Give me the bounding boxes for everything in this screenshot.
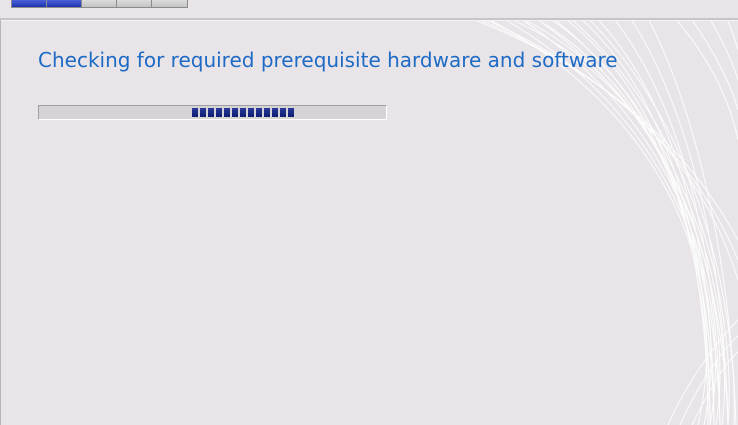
- wizard-step-3: [82, 0, 117, 7]
- progress-segment: [192, 108, 198, 117]
- progress-segment: [288, 108, 294, 117]
- header-divider: [0, 18, 738, 21]
- progress-segment: [232, 108, 238, 117]
- setup-window: Checking for required prerequisite hardw…: [0, 0, 738, 425]
- progress-segment: [264, 108, 270, 117]
- wizard-step-4: [117, 0, 152, 7]
- progress-segment: [280, 108, 286, 117]
- wizard-step-5: [152, 0, 187, 7]
- wizard-step-1: [12, 0, 47, 7]
- progress-segment: [240, 108, 246, 117]
- wizard-step-2: [47, 0, 82, 7]
- progress-segment: [224, 108, 230, 117]
- wizard-step-indicator: [11, 0, 188, 8]
- page-title: Checking for required prerequisite hardw…: [38, 48, 618, 72]
- progress-marquee: [192, 108, 294, 117]
- progress-segment: [216, 108, 222, 117]
- progress-segment: [208, 108, 214, 117]
- prerequisite-check-progress-bar: [38, 105, 387, 120]
- progress-segment: [256, 108, 262, 117]
- window-left-border: [0, 20, 1, 425]
- progress-segment: [272, 108, 278, 117]
- progress-segment: [200, 108, 206, 117]
- progress-segment: [248, 108, 254, 117]
